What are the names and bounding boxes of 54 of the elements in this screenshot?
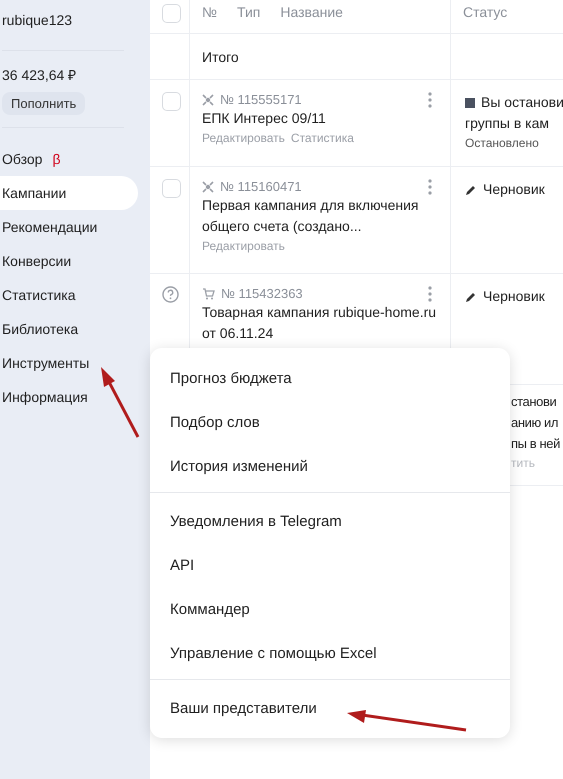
nav-item[interactable]: Библиотека bbox=[0, 312, 138, 346]
column-header: Название bbox=[280, 4, 343, 22]
nav-item[interactable]: Конверсии bbox=[0, 244, 138, 278]
target-icon bbox=[202, 180, 214, 192]
menu-item[interactable]: Управление с помощью Excel bbox=[150, 631, 510, 675]
arrow-drawing bbox=[101, 367, 140, 438]
campaign-name[interactable]: Товарная кампания rubique-home.ru от 06.11.24 bbox=[202, 302, 438, 344]
target-icon bbox=[202, 94, 214, 106]
status-text: группы в кам bbox=[465, 114, 550, 133]
nav-item[interactable]: Рекомендации bbox=[0, 210, 138, 244]
menu-item[interactable]: Подбор слов bbox=[150, 400, 510, 444]
total-label: Итого bbox=[202, 48, 240, 66]
menu-item[interactable]: История изменений bbox=[150, 444, 510, 488]
help-icon[interactable] bbox=[162, 286, 179, 303]
pencil-icon bbox=[465, 184, 477, 196]
more-icon[interactable] bbox=[428, 92, 432, 108]
status-text: пы в ней bbox=[511, 435, 561, 453]
stop-icon bbox=[465, 98, 475, 108]
status-text: Вы останови bbox=[481, 93, 563, 112]
nav-item[interactable]: Инструменты bbox=[0, 346, 138, 380]
column-header: Тип bbox=[237, 4, 260, 22]
campaign-number: № 115160471 bbox=[220, 179, 302, 194]
status-text: Черновик bbox=[483, 287, 545, 306]
campaign-name[interactable]: ЕПК Интерес 09/11 bbox=[202, 108, 438, 129]
more-icon[interactable] bbox=[428, 286, 432, 302]
menu-item[interactable]: API bbox=[150, 543, 510, 587]
more-icon[interactable] bbox=[428, 179, 432, 195]
campaign-number: № 115555171 bbox=[220, 92, 302, 107]
checkbox[interactable] bbox=[162, 4, 181, 23]
menu-item[interactable]: Ваши представители bbox=[150, 686, 510, 730]
checkbox[interactable] bbox=[162, 92, 181, 111]
column-header: Статус bbox=[463, 4, 508, 20]
menu-item[interactable]: Прогноз бюджета bbox=[150, 356, 510, 400]
balance: 36 423,64 ₽ bbox=[1, 66, 78, 84]
checkbox[interactable] bbox=[162, 179, 181, 198]
status-text: анию ил bbox=[511, 414, 560, 432]
status-note: Остановлено bbox=[465, 136, 540, 150]
username: rubique123 bbox=[1, 12, 74, 30]
status-text: станови bbox=[511, 393, 558, 411]
menu-item[interactable]: Уведомления в Telegram bbox=[150, 499, 510, 543]
pencil-icon bbox=[465, 290, 477, 302]
campaign-number: № 115432363 bbox=[221, 286, 303, 301]
nav-item[interactable]: Обзор β bbox=[0, 142, 138, 176]
campaign-name[interactable]: Первая кампания для включения общего счета (создано... bbox=[202, 195, 438, 237]
nav-item[interactable]: Кампании bbox=[0, 176, 138, 210]
beta-label: β bbox=[52, 151, 60, 167]
menu-item[interactable]: Коммандер bbox=[150, 587, 510, 631]
topup-button[interactable]: Пополнить bbox=[2, 92, 86, 115]
column-header: № bbox=[202, 4, 218, 22]
status-note: тить bbox=[511, 456, 536, 470]
cart-icon bbox=[202, 288, 215, 300]
nav-item[interactable]: Статистика bbox=[0, 278, 138, 312]
status-text: Черновик bbox=[483, 180, 545, 199]
nav-item[interactable]: Информация bbox=[0, 380, 138, 414]
